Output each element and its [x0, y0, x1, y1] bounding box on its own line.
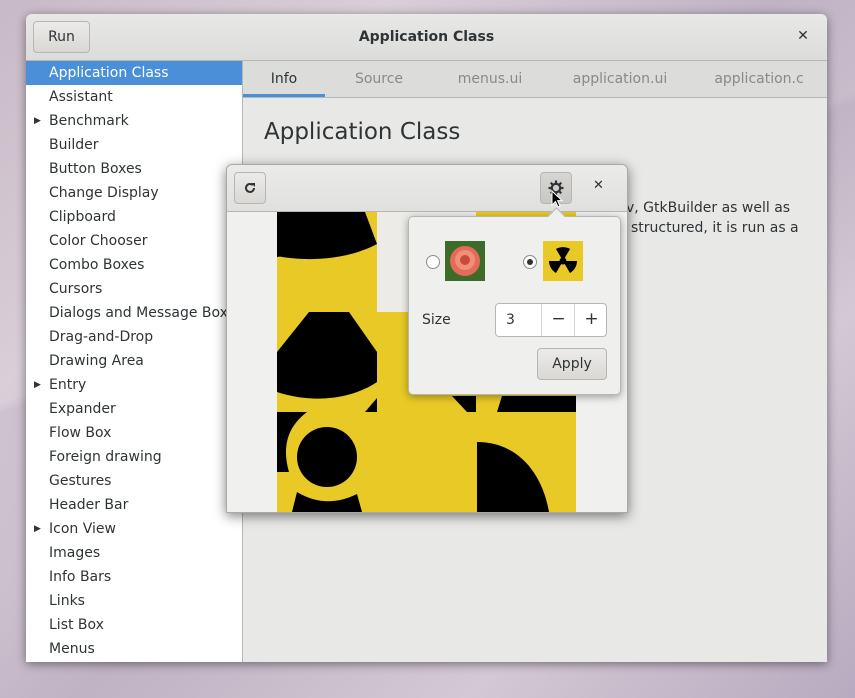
rose-thumbnail[interactable] [445, 241, 485, 281]
sidebar-item[interactable]: Builder [26, 133, 242, 157]
sidebar-item[interactable]: Color Chooser [26, 229, 242, 253]
increment-button[interactable]: + [574, 304, 608, 336]
sidebar-item-label: Color Chooser [49, 233, 148, 249]
sidebar-item[interactable]: ▶ Entry [26, 373, 242, 397]
tab-application-ui[interactable]: application.ui [555, 61, 685, 97]
tab-menus-ui[interactable]: menus.ui [435, 61, 545, 97]
sidebar-item-label: Cursors [49, 281, 103, 297]
sidebar-item[interactable]: Info Bars [26, 565, 242, 589]
close-icon[interactable]: ✕ [793, 26, 813, 46]
settings-popover: Size 3 − + Apply [408, 207, 621, 395]
sidebar-item-label: Gestures [49, 473, 112, 489]
sidebar-item[interactable]: Menus [26, 637, 242, 661]
demo-list: Application Class Assistant ▶ Benchmark Buil… [26, 61, 243, 662]
tab-bar: Info Source menus.ui application.ui appl… [243, 61, 827, 98]
expander-arrow-icon[interactable]: ▶ [34, 109, 41, 133]
radiation-thumbnail[interactable] [543, 241, 583, 281]
rose-radio[interactable] [426, 255, 440, 269]
sidebar-item[interactable]: Drawing Area [26, 349, 242, 373]
sidebar-item-label: Links [49, 593, 85, 609]
sidebar-item-label: Expander [49, 401, 116, 417]
sidebar-item-label: Dialogs and Message Boxes [49, 305, 243, 321]
sidebar-item[interactable]: ▶ Benchmark [26, 109, 242, 133]
sidebar-item[interactable]: Combo Boxes [26, 253, 242, 277]
decrement-button[interactable]: − [541, 304, 575, 336]
tab-info[interactable]: Info [243, 61, 325, 97]
sidebar-item-label: Change Display [49, 185, 159, 201]
size-label: Size [422, 312, 451, 328]
sidebar-item-label: Header Bar [49, 497, 129, 513]
sidebar-item[interactable]: Cursors [26, 277, 242, 301]
sidebar-item[interactable]: Foreign drawing [26, 445, 242, 469]
sidebar-item-label: Combo Boxes [49, 257, 145, 273]
size-value-input[interactable]: 3 [506, 304, 515, 336]
size-spin-button: 3 − + [495, 303, 607, 337]
refresh-icon [243, 180, 257, 196]
sidebar-item-label: Button Boxes [49, 161, 142, 177]
info-text-line: structured, it is run as a [631, 220, 799, 236]
sidebar-item-label: Clipboard [49, 209, 116, 225]
info-text-line: v, GtkBuilder as well as [626, 200, 791, 216]
sidebar-item[interactable]: Assistant [26, 85, 242, 109]
sidebar-item-label: Application Class [49, 65, 169, 81]
sidebar-item[interactable]: Header Bar [26, 493, 242, 517]
sidebar-item-label: Drag-and-Drop [49, 329, 154, 345]
sidebar-item[interactable]: List Box [26, 613, 242, 637]
sidebar-item-label: Info Bars [49, 569, 112, 585]
mouse-pointer-icon [551, 190, 563, 208]
sidebar-item-label: Menus [49, 641, 95, 657]
sidebar-item-label: Builder [49, 137, 99, 153]
refresh-button[interactable] [234, 172, 266, 204]
sidebar-item[interactable]: Flow Box [26, 421, 242, 445]
header-bar: Run Application Class ✕ [26, 14, 827, 61]
info-heading: Application Class [264, 119, 461, 145]
sidebar-item-label: Foreign drawing [49, 449, 162, 465]
tab-source[interactable]: Source [333, 61, 425, 97]
sidebar-item-label: Assistant [49, 89, 113, 105]
sidebar-item-label: Benchmark [49, 113, 129, 129]
sidebar-item-label: Entry [49, 377, 87, 393]
sidebar-item[interactable]: Application Class [26, 61, 242, 85]
sidebar-item[interactable]: Links [26, 589, 242, 613]
sidebar-item[interactable]: Clipboard [26, 205, 242, 229]
sidebar-item[interactable]: Expander [26, 397, 242, 421]
sidebar-item[interactable]: Dialogs and Message Boxes [26, 301, 242, 325]
sidebar-item[interactable]: ▶ Icon View [26, 517, 242, 541]
expander-arrow-icon[interactable]: ▶ [34, 517, 41, 541]
sidebar-item[interactable]: Gestures [26, 469, 242, 493]
sidebar-item-label: List Box [49, 617, 104, 633]
sidebar-item-label: Images [49, 545, 101, 561]
sidebar-item[interactable]: Button Boxes [26, 157, 242, 181]
demo-header-bar: ✕ [227, 165, 627, 212]
sidebar-item-label: Flow Box [49, 425, 112, 441]
apply-button[interactable]: Apply [537, 348, 607, 380]
sidebar-item[interactable]: Change Display [26, 181, 242, 205]
window-title: Application Class [358, 29, 495, 45]
sidebar-item[interactable]: Images [26, 541, 242, 565]
sidebar-item[interactable]: Drag-and-Drop [26, 325, 242, 349]
demo-close-icon[interactable]: ✕ [593, 178, 604, 193]
sidebar-item-label: Icon View [49, 521, 116, 537]
radiation-radio[interactable] [523, 255, 537, 269]
expander-arrow-icon[interactable]: ▶ [34, 373, 41, 397]
sidebar-item-label: Drawing Area [49, 353, 144, 369]
tab-application-c[interactable]: application.c [695, 61, 823, 97]
